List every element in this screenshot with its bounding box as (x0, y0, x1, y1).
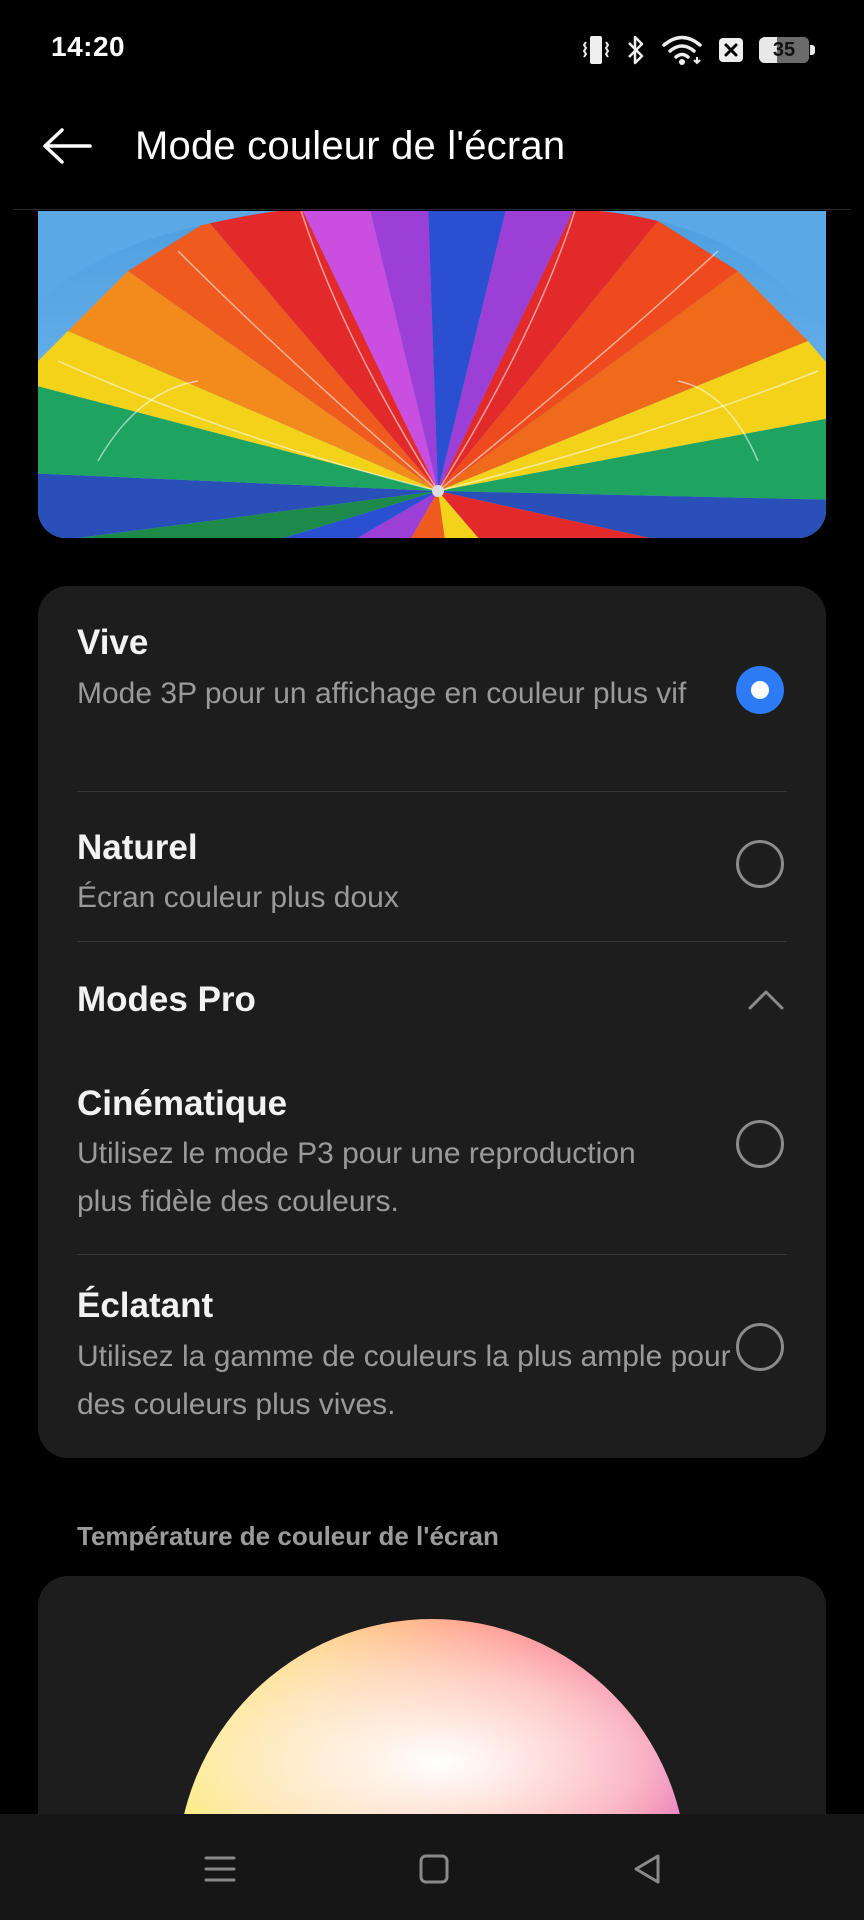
option-description: Mode 3P pour un affichage en couleur plu… (77, 677, 687, 710)
battery-level: 35 (772, 39, 796, 61)
option-title: Vive (77, 623, 149, 662)
option-title: Éclatant (77, 1286, 214, 1325)
option-naturel[interactable]: Naturel Écran couleur plus doux (38, 792, 826, 942)
option-eclatant[interactable]: Éclatant Utilisez la gamme de couleurs l… (38, 1255, 826, 1458)
color-temperature-wheel[interactable] (38, 1576, 826, 1816)
page-title: Mode couleur de l'écran (135, 124, 566, 168)
header-divider (14, 209, 850, 210)
preview-image (38, 211, 826, 538)
option-title: Cinématique (77, 1084, 288, 1123)
navigation-bar (0, 1814, 864, 1920)
modes-pro-header[interactable]: Modes Pro (38, 942, 826, 1052)
back-nav-button[interactable] (617, 1844, 677, 1894)
temperature-section-label: Température de couleur de l'écran (77, 1521, 499, 1551)
battery-icon: 35 (759, 34, 815, 66)
color-mode-options-card: Vive Mode 3P pour un affichage en couleu… (38, 586, 826, 1458)
radio-eclatant[interactable] (736, 1323, 784, 1371)
radio-naturel[interactable] (736, 840, 784, 888)
modes-pro-title: Modes Pro (77, 980, 256, 1019)
option-description: Utilisez le mode P3 pour une reproductio… (77, 1137, 636, 1218)
temperature-card (38, 1576, 826, 1816)
vibrate-icon (581, 33, 611, 67)
option-title: Naturel (77, 828, 198, 867)
back-button[interactable] (30, 114, 104, 178)
home-icon (419, 1854, 449, 1884)
option-description: Utilisez la gamme de couleurs la plus am… (77, 1340, 731, 1421)
back-triangle-icon (634, 1854, 660, 1884)
menu-button[interactable] (190, 1844, 250, 1894)
home-button[interactable] (404, 1844, 464, 1894)
bluetooth-icon (625, 33, 647, 67)
arrow-left-icon (43, 128, 92, 164)
chevron-up-icon[interactable] (746, 984, 786, 1014)
radio-vive[interactable] (736, 666, 784, 714)
screen: 14:20 35 Mode couleur de l'écran Vive Mo… (0, 0, 864, 1920)
status-time: 14:20 (51, 31, 126, 62)
close-box-icon (717, 35, 745, 65)
option-cinematique[interactable]: Cinématique Utilisez le mode P3 pour une… (38, 1052, 826, 1252)
option-description: Écran couleur plus doux (77, 881, 399, 914)
option-vive[interactable]: Vive Mode 3P pour un affichage en couleu… (38, 586, 826, 791)
status-icons: 35 (581, 30, 815, 70)
header: Mode couleur de l'écran (0, 96, 864, 210)
radio-cinematique[interactable] (736, 1120, 784, 1168)
wifi-icon (661, 33, 703, 67)
menu-icon (204, 1856, 236, 1882)
status-bar: 14:20 35 (0, 0, 864, 96)
